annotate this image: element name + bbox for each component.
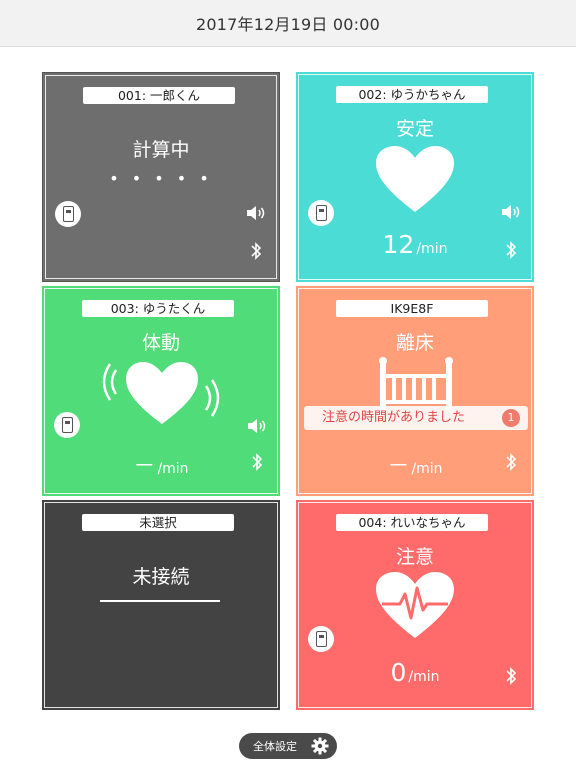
- monitor-card-004[interactable]: 004: れいなちゃん 注意 0/min: [296, 500, 534, 710]
- card-status: 未接続: [132, 566, 190, 588]
- moving-heart-icon: [102, 362, 220, 424]
- monitor-card-001[interactable]: 001: 一郎くん 計算中 • • • • •: [42, 72, 280, 282]
- speaker-icon[interactable]: [500, 204, 520, 220]
- bluetooth-icon: [251, 242, 262, 260]
- card-name: IK9E8F: [336, 300, 488, 317]
- monitor-card-ik9e8f[interactable]: IK9E8F 離床 注意の時間がありました 1 －/min: [296, 286, 534, 496]
- card-name: 002: ゆうかちゃん: [336, 86, 488, 103]
- card-name: 001: 一郎くん: [83, 87, 235, 104]
- bluetooth-icon: [252, 453, 263, 471]
- bluetooth-icon: [506, 241, 517, 259]
- settings-label: 全体設定: [253, 740, 297, 753]
- rate-readout: －/min: [133, 454, 189, 479]
- header-bar: 2017年12月19日 00:00: [0, 0, 576, 47]
- bluetooth-icon: [506, 453, 517, 471]
- alert-text: 注意の時間がありました: [322, 410, 466, 425]
- monitor-card-003[interactable]: 003: ゆうたくん 体動 －/min: [42, 286, 280, 496]
- sensor-device-icon: [55, 201, 81, 227]
- global-settings-button[interactable]: 全体設定: [239, 733, 337, 759]
- bluetooth-icon: [506, 667, 517, 685]
- alert-count-badge: 1: [502, 409, 520, 427]
- card-status: 体動: [141, 332, 180, 354]
- speaker-icon[interactable]: [245, 205, 265, 221]
- alert-banner[interactable]: 注意の時間がありました 1: [304, 406, 528, 430]
- speaker-icon[interactable]: [246, 418, 266, 434]
- sensor-device-icon: [308, 200, 334, 226]
- heart-icon: [376, 146, 454, 212]
- heartbeat-icon: [376, 572, 454, 638]
- calculating-dots: • • • • •: [109, 169, 213, 188]
- monitor-card-unselected[interactable]: 未選択 未接続: [42, 500, 280, 710]
- card-name: 004: れいなちゃん: [336, 514, 488, 531]
- card-status: 離床: [395, 332, 434, 354]
- crib-icon: [379, 357, 453, 410]
- sensor-device-icon: [54, 412, 80, 438]
- gear-icon: [311, 737, 329, 755]
- rate-readout: 0/min: [390, 658, 440, 687]
- monitor-card-002[interactable]: 002: ゆうかちゃん 安定 12/min: [296, 72, 534, 282]
- card-name: 未選択: [82, 514, 234, 531]
- sensor-device-icon: [308, 626, 334, 652]
- card-name: 003: ゆうたくん: [82, 300, 234, 317]
- card-status: 注意: [395, 546, 434, 568]
- rate-readout: －/min: [387, 454, 443, 479]
- disconnected-line: [100, 600, 220, 602]
- card-status: 安定: [395, 118, 434, 140]
- card-status: 計算中: [132, 139, 190, 161]
- rate-readout: 12/min: [382, 230, 448, 259]
- datetime-label: 2017年12月19日 00:00: [195, 15, 381, 34]
